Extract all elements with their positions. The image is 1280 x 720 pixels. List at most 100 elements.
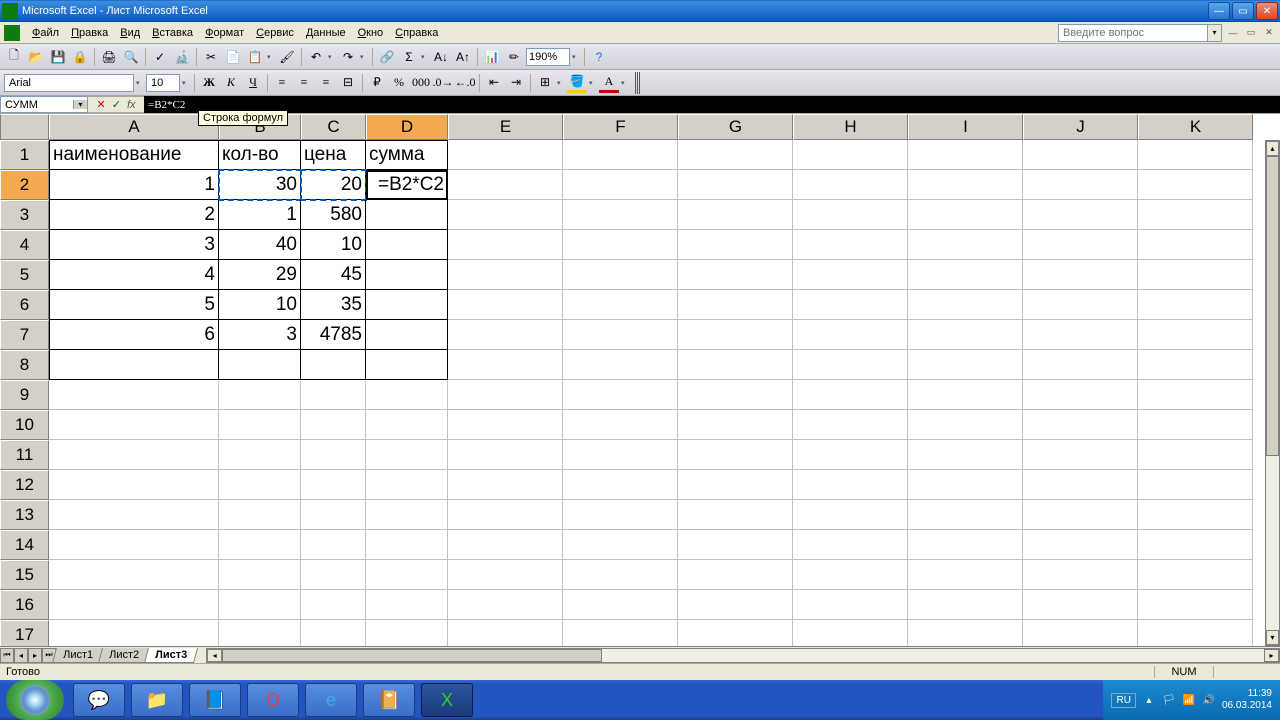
cell-F10[interactable] [563, 410, 678, 440]
fill-color-button[interactable]: 🪣 [567, 73, 587, 93]
font-name-drop[interactable]: ▾ [136, 79, 144, 87]
cell-C7[interactable]: 4785 [301, 320, 366, 350]
cell-A9[interactable] [49, 380, 219, 410]
cell-B11[interactable] [219, 440, 301, 470]
cell-I1[interactable] [908, 140, 1023, 170]
cell-J12[interactable] [1023, 470, 1138, 500]
font-size-drop[interactable]: ▾ [182, 79, 190, 87]
drawing-button[interactable]: ✏ [504, 47, 524, 67]
cell-D16[interactable] [366, 590, 448, 620]
cut-button[interactable]: ✂ [201, 47, 221, 67]
cell-J2[interactable] [1023, 170, 1138, 200]
cell-H11[interactable] [793, 440, 908, 470]
tab-nav-next[interactable]: ▸ [28, 648, 42, 663]
cell-B1[interactable]: кол-во [219, 140, 301, 170]
cell-A15[interactable] [49, 560, 219, 590]
cell-J15[interactable] [1023, 560, 1138, 590]
scroll-left-button[interactable]: ◂ [207, 649, 222, 662]
scroll-up-button[interactable]: ▴ [1266, 141, 1279, 156]
cell-D7[interactable] [366, 320, 448, 350]
cell-F14[interactable] [563, 530, 678, 560]
help-question-input[interactable] [1058, 24, 1208, 42]
cell-I3[interactable] [908, 200, 1023, 230]
cell-B5[interactable]: 29 [219, 260, 301, 290]
cell-E10[interactable] [448, 410, 563, 440]
cell-A8[interactable] [49, 350, 219, 380]
redo-button[interactable]: ↷ [338, 47, 358, 67]
help-button[interactable]: ? [589, 47, 609, 67]
cell-E16[interactable] [448, 590, 563, 620]
cell-B10[interactable] [219, 410, 301, 440]
taskbar-ie[interactable]: e [305, 683, 357, 717]
cell-C15[interactable] [301, 560, 366, 590]
cell-B15[interactable] [219, 560, 301, 590]
cell-K3[interactable] [1138, 200, 1253, 230]
row-header-7[interactable]: 7 [0, 320, 49, 350]
cell-I5[interactable] [908, 260, 1023, 290]
cell-C2[interactable]: 20 [301, 170, 366, 200]
cell-H10[interactable] [793, 410, 908, 440]
cell-A1[interactable]: наименование [49, 140, 219, 170]
formula-input[interactable] [144, 96, 1280, 113]
cell-K11[interactable] [1138, 440, 1253, 470]
cell-J10[interactable] [1023, 410, 1138, 440]
cell-F5[interactable] [563, 260, 678, 290]
cell-F13[interactable] [563, 500, 678, 530]
cell-D10[interactable] [366, 410, 448, 440]
cell-H16[interactable] [793, 590, 908, 620]
cell-K15[interactable] [1138, 560, 1253, 590]
cell-B12[interactable] [219, 470, 301, 500]
scroll-right-button[interactable]: ▸ [1264, 649, 1279, 662]
hscroll-track[interactable] [222, 649, 1264, 662]
align-left-button[interactable]: ≡ [272, 73, 292, 93]
col-header-J[interactable]: J [1023, 114, 1138, 140]
cell-H15[interactable] [793, 560, 908, 590]
cell-J11[interactable] [1023, 440, 1138, 470]
cell-G16[interactable] [678, 590, 793, 620]
cell-H9[interactable] [793, 380, 908, 410]
cell-D5[interactable] [366, 260, 448, 290]
autosum-button[interactable]: Σ [399, 47, 419, 67]
cell-H3[interactable] [793, 200, 908, 230]
maximize-button[interactable]: ▭ [1232, 2, 1254, 20]
cell-E1[interactable] [448, 140, 563, 170]
vscroll-thumb[interactable] [1266, 156, 1279, 456]
cell-J3[interactable] [1023, 200, 1138, 230]
cell-F15[interactable] [563, 560, 678, 590]
cell-D13[interactable] [366, 500, 448, 530]
col-header-K[interactable]: K [1138, 114, 1253, 140]
cell-D2[interactable]: =B2*C2 [366, 170, 448, 200]
cell-J17[interactable] [1023, 620, 1138, 646]
col-header-A[interactable]: A [49, 114, 219, 140]
cell-D11[interactable] [366, 440, 448, 470]
sort-desc-button[interactable]: A↑ [453, 47, 473, 67]
cell-H6[interactable] [793, 290, 908, 320]
cell-F1[interactable] [563, 140, 678, 170]
row-header-3[interactable]: 3 [0, 200, 49, 230]
menu-данные[interactable]: Данные [300, 25, 352, 41]
cell-A2[interactable]: 1 [49, 170, 219, 200]
cell-K10[interactable] [1138, 410, 1253, 440]
cell-A10[interactable] [49, 410, 219, 440]
font-name-input[interactable] [4, 74, 134, 92]
cell-K16[interactable] [1138, 590, 1253, 620]
cell-D6[interactable] [366, 290, 448, 320]
cell-F12[interactable] [563, 470, 678, 500]
align-right-button[interactable]: ≡ [316, 73, 336, 93]
row-header-1[interactable]: 1 [0, 140, 49, 170]
cell-J8[interactable] [1023, 350, 1138, 380]
mdi-minimize-button[interactable]: — [1226, 26, 1240, 40]
cell-E8[interactable] [448, 350, 563, 380]
menu-файл[interactable]: Файл [26, 25, 65, 41]
cell-D4[interactable] [366, 230, 448, 260]
cell-G1[interactable] [678, 140, 793, 170]
menu-формат[interactable]: Формат [199, 25, 250, 41]
col-header-G[interactable]: G [678, 114, 793, 140]
tray-network-icon[interactable]: 📶 [1182, 693, 1196, 707]
cell-E17[interactable] [448, 620, 563, 646]
sheet-tab-Лист3[interactable]: Лист3 [144, 648, 198, 663]
cell-C8[interactable] [301, 350, 366, 380]
cell-I13[interactable] [908, 500, 1023, 530]
cell-A11[interactable] [49, 440, 219, 470]
increase-indent-button[interactable]: ⇥ [506, 73, 526, 93]
